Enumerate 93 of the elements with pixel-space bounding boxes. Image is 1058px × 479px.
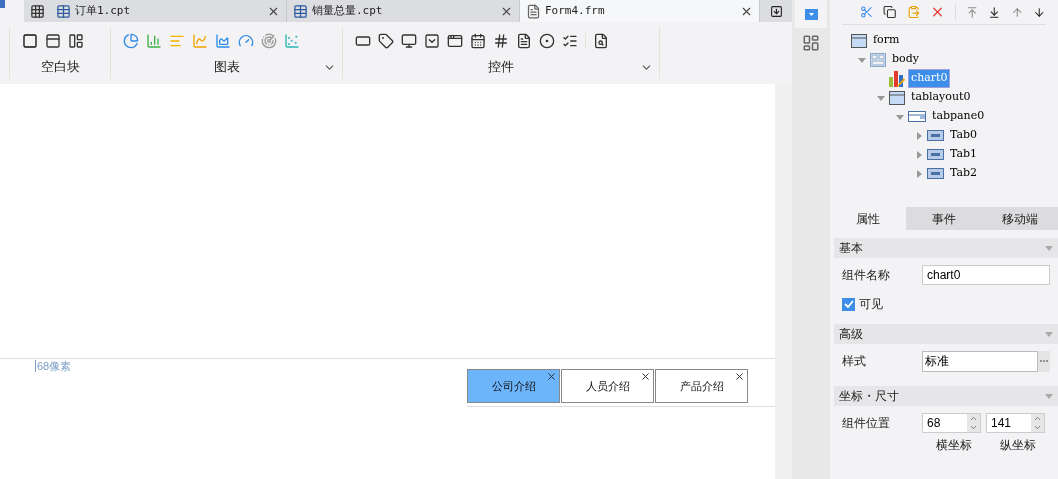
bar-chart-icon[interactable] [146, 33, 162, 49]
expanded-triangle-icon[interactable] [877, 93, 885, 102]
text-area-icon[interactable] [516, 33, 532, 49]
tree-node-label[interactable]: Tab0 [948, 127, 980, 144]
number-icon[interactable] [493, 33, 509, 49]
window-icon [889, 90, 905, 105]
group-label: 图表 [213, 58, 240, 77]
canvas-tab[interactable]: 产品介绍 [655, 369, 748, 403]
chart-icon [889, 70, 905, 87]
number-spinner[interactable]: 68 [922, 413, 981, 433]
scatter-icon[interactable] [284, 33, 300, 49]
pie-chart-icon[interactable] [123, 33, 139, 49]
grid-layout-icon[interactable] [68, 33, 84, 49]
tab-label: 销量总量.cpt [312, 2, 384, 19]
more-icon[interactable] [1038, 350, 1050, 372]
block-icon[interactable] [22, 33, 38, 49]
field-label: 组件名称 [842, 267, 891, 284]
move-bottom-icon[interactable] [988, 4, 1001, 20]
layout-icon [870, 52, 886, 67]
tree-node-label[interactable]: body [890, 51, 921, 68]
field-label: 样式 [842, 353, 867, 370]
tree-node-label[interactable]: tabpane0 [930, 108, 987, 125]
property-tab[interactable]: 移动端 [982, 207, 1058, 230]
area-chart-icon[interactable] [215, 33, 231, 49]
collapse-triangle-icon[interactable] [1045, 331, 1053, 337]
label-icon[interactable] [378, 33, 394, 49]
spinner-value: 141 [990, 415, 1013, 432]
checkbox-label: 可见 [859, 296, 883, 313]
spinner-caption: 横坐标 [935, 437, 973, 454]
spinner-caption: 纵坐标 [999, 437, 1037, 454]
cut-icon[interactable] [860, 4, 874, 20]
section-header[interactable]: 坐标・尺寸 [834, 386, 1058, 406]
style-field[interactable]: 标准 [922, 350, 1038, 372]
collapse-triangle-icon[interactable] [1045, 245, 1053, 251]
scrollbar[interactable] [775, 84, 792, 479]
property-tab[interactable]: 事件 [906, 207, 982, 230]
frame-icon[interactable] [401, 33, 417, 49]
text-box-icon[interactable] [355, 33, 371, 49]
collapse-triangle-icon[interactable] [1045, 393, 1053, 399]
checkbox-list-icon[interactable] [562, 33, 578, 49]
ruler-label: 68像素 [35, 360, 72, 372]
preview-icon[interactable] [593, 33, 609, 49]
tab-pane-icon [908, 111, 926, 122]
radio-list-icon[interactable] [539, 33, 555, 49]
close-icon[interactable] [640, 371, 651, 382]
text-field[interactable]: chart0 [922, 265, 1050, 285]
window-icon[interactable] [447, 33, 463, 49]
tab-icon [927, 168, 944, 179]
canvas-tab[interactable]: 公司介绍 [467, 369, 560, 403]
line-chart-icon[interactable] [192, 33, 208, 49]
number-spinner[interactable]: 141 [986, 413, 1045, 433]
checkbox[interactable] [842, 297, 855, 311]
grid-icon[interactable] [29, 3, 45, 19]
section-title: 高级 [839, 326, 863, 343]
expanded-triangle-icon[interactable] [896, 112, 904, 121]
tab-icon [927, 130, 944, 141]
expanded-triangle-icon[interactable] [858, 55, 866, 64]
section-header[interactable]: 高级 [834, 324, 1058, 344]
report-file-icon [293, 3, 308, 19]
copy-icon[interactable] [883, 4, 897, 20]
close-icon[interactable] [734, 371, 745, 382]
collapsed-triangle-icon[interactable] [915, 169, 923, 178]
tree-node-label[interactable]: Tab2 [948, 165, 980, 182]
canvas-tab[interactable]: 人员介绍 [561, 369, 654, 403]
close-icon[interactable] [546, 371, 557, 382]
tab-label: Form4.frm [545, 2, 606, 19]
section-title: 坐标・尺寸 [839, 388, 899, 405]
section-header[interactable]: 基本 [834, 238, 1058, 258]
radar-icon[interactable] [261, 33, 277, 49]
field-label: 组件位置 [842, 415, 891, 432]
dropdown-icon[interactable] [424, 33, 440, 49]
collapsed-triangle-icon[interactable] [915, 150, 923, 159]
form-file-icon [526, 3, 541, 19]
move-top-icon[interactable] [965, 4, 979, 20]
tree-node-label[interactable]: Tab1 [948, 146, 980, 163]
split-layout-icon[interactable] [45, 33, 61, 49]
calendar-icon[interactable] [470, 33, 486, 49]
tab-icon [927, 149, 944, 160]
spinner-value: 68 [926, 415, 942, 432]
tab-list-icon[interactable] [769, 4, 783, 18]
tree-node-label[interactable]: tablayout0 [909, 89, 973, 106]
report-file-icon [56, 3, 71, 19]
paste-icon[interactable] [906, 4, 921, 20]
group-label: 空白块 [40, 58, 80, 77]
window-icon [851, 33, 867, 48]
collapsed-triangle-icon[interactable] [915, 131, 923, 140]
tab-label: 订单1.cpt [75, 2, 132, 19]
document-tab[interactable]: Form4.frm [520, 0, 760, 22]
section-title: 基本 [839, 240, 863, 257]
layout-panel-icon[interactable] [802, 34, 820, 52]
group-label: 控件 [488, 58, 514, 77]
gauge-icon[interactable] [238, 33, 254, 49]
tree-node-label[interactable]: form [871, 32, 902, 49]
